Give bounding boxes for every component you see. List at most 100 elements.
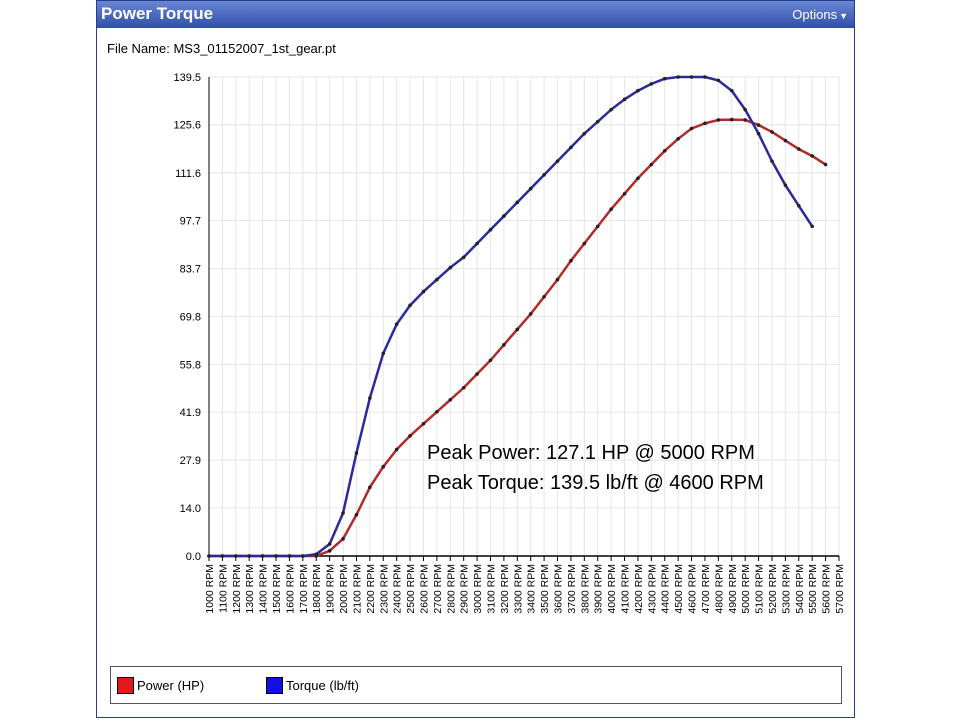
data-point-power	[609, 207, 613, 211]
data-point-power	[381, 464, 386, 469]
data-point-power	[622, 191, 627, 196]
data-point-torque	[488, 227, 493, 232]
data-point-torque	[234, 554, 238, 558]
data-point-power	[756, 123, 761, 127]
power-swatch	[117, 677, 134, 694]
power-torque-chart: 0.0 14.0 27.9 41.9 55.8 69.8 83.7 97.7 111.6 125.…	[173, 72, 846, 614]
data-point-power	[542, 294, 546, 299]
data-point-torque	[368, 396, 372, 400]
torque-swatch	[266, 677, 283, 694]
data-point-torque	[783, 183, 788, 187]
data-point-power	[515, 327, 520, 332]
x-tick-label: 5000 RPM	[740, 564, 752, 614]
data-point-power	[394, 447, 399, 452]
legend-item-torque[interactable]: Torque (lb/ft)	[266, 677, 359, 694]
data-point-torque	[649, 82, 654, 86]
x-tick-label: 1300 RPM	[244, 564, 256, 614]
y-axis-ticks: 0.0 14.0 27.9 41.9 55.8 69.8 83.7 97.7 111.6 125.…	[173, 72, 201, 563]
x-tick-label: 5700 RPM	[834, 564, 846, 614]
x-tick-label: 1600 RPM	[284, 564, 296, 614]
x-tick-label: 1100 RPM	[217, 564, 229, 613]
x-tick-label: 4500 RPM	[673, 564, 685, 614]
data-point-torque	[716, 78, 721, 83]
data-point-torque	[421, 289, 426, 294]
x-tick-label: 4200 RPM	[633, 564, 645, 614]
legend-item-power[interactable]: Power (HP)	[117, 677, 204, 694]
x-tick-label: 2300 RPM	[378, 564, 390, 614]
data-point-torque	[301, 554, 305, 558]
x-tick-label: 2200 RPM	[365, 564, 377, 614]
data-point-power	[327, 549, 332, 553]
x-tick-label: 1000 RPM	[204, 564, 216, 614]
data-point-power	[408, 434, 412, 438]
data-point-torque	[515, 200, 520, 205]
data-point-power	[528, 312, 533, 316]
data-point-power	[676, 137, 680, 141]
data-point-torque	[287, 554, 292, 558]
data-point-torque	[622, 97, 627, 102]
y-tick-label: 69.8	[180, 311, 201, 323]
x-tick-label: 1900 RPM	[325, 564, 337, 614]
x-tick-label: 5600 RPM	[821, 564, 833, 614]
x-tick-label: 2500 RPM	[405, 564, 417, 614]
x-tick-label: 1700 RPM	[298, 564, 310, 614]
peak-power-annotation: Peak Power: 127.1 HP @ 5000 RPM	[427, 442, 755, 464]
data-point-torque	[542, 173, 546, 177]
x-tick-label: 4100 RPM	[620, 564, 632, 614]
x-tick-label: 3900 RPM	[593, 564, 605, 614]
data-point-power	[810, 154, 814, 158]
data-point-power	[461, 385, 466, 390]
data-point-torque	[327, 542, 332, 546]
x-tick-label: 2900 RPM	[459, 564, 471, 614]
data-point-torque	[461, 255, 466, 260]
x-tick-label: 3500 RPM	[539, 564, 551, 614]
data-point-power	[569, 258, 573, 263]
x-tick-label: 5200 RPM	[767, 564, 779, 614]
data-point-torque	[555, 159, 560, 163]
data-point-torque	[341, 511, 345, 515]
data-point-torque	[729, 88, 734, 93]
x-tick-label: 1200 RPM	[231, 564, 243, 614]
data-point-torque	[528, 186, 533, 191]
data-point-power	[435, 409, 439, 414]
x-tick-label: 4000 RPM	[606, 564, 618, 614]
x-tick-label: 2600 RPM	[418, 564, 430, 614]
data-point-power	[595, 224, 600, 229]
x-tick-label: 4800 RPM	[713, 564, 725, 614]
x-tick-label: 3200 RPM	[499, 564, 511, 614]
data-point-torque	[582, 131, 587, 136]
legend-label-power: Power (HP)	[137, 678, 205, 693]
y-tick-label: 41.9	[180, 407, 201, 419]
data-point-power	[823, 162, 828, 167]
x-tick-label: 2700 RPM	[432, 564, 444, 614]
data-point-torque	[314, 552, 319, 557]
data-point-torque	[247, 554, 252, 558]
x-tick-label: 3100 RPM	[485, 564, 497, 614]
x-tick-label: 4400 RPM	[660, 564, 672, 614]
data-point-power	[475, 372, 479, 376]
data-point-power	[783, 138, 788, 143]
legend-label-torque: Torque (lb/ft)	[286, 678, 359, 693]
data-point-power	[354, 512, 359, 517]
data-point-torque	[408, 303, 412, 308]
data-point-power	[796, 147, 801, 151]
data-point-torque	[435, 277, 439, 282]
data-point-torque	[676, 75, 680, 79]
x-tick-label: 3000 RPM	[472, 564, 484, 614]
data-point-torque	[260, 554, 265, 558]
y-tick-label: 125.6	[173, 120, 201, 132]
data-point-power	[689, 126, 694, 131]
y-tick-label: 97.7	[180, 216, 201, 228]
data-point-power	[555, 277, 560, 282]
data-point-torque	[770, 159, 774, 163]
data-point-torque	[502, 214, 506, 218]
data-point-torque	[394, 322, 399, 327]
data-point-torque	[756, 131, 761, 136]
x-tick-label: 5300 RPM	[780, 564, 792, 614]
legend: Power (HP) Torque (lb/ft)	[110, 666, 842, 704]
x-tick-label: 4300 RPM	[646, 564, 658, 614]
data-point-torque	[381, 351, 386, 356]
data-point-power	[729, 117, 734, 122]
x-tick-label: 4700 RPM	[700, 564, 712, 614]
x-axis-ticks: 1000 RPM 1100 RPM 1200 RPM 1300 RPM 1400 RPM…	[204, 556, 846, 614]
